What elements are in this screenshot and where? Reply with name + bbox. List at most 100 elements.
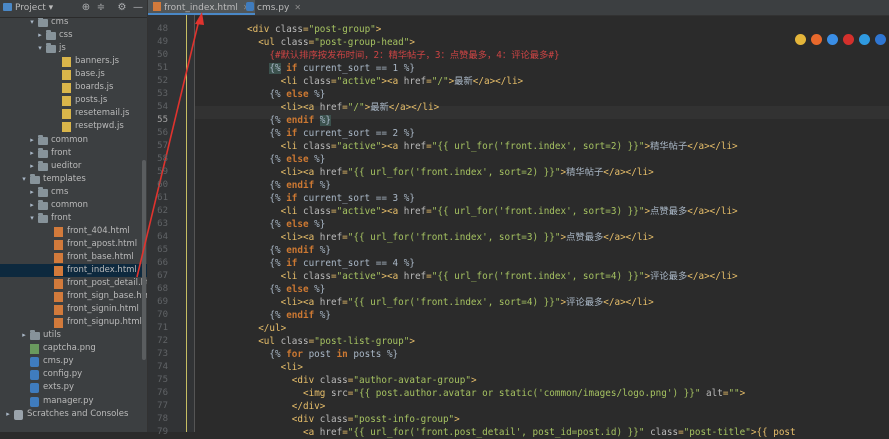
- code-line[interactable]: <li class="active"><a href="{{ url_for('…: [281, 270, 738, 283]
- locate-icon[interactable]: ⊕: [80, 2, 92, 14]
- line-number: 73: [157, 349, 168, 359]
- code-line[interactable]: </div>: [292, 400, 326, 413]
- code-line[interactable]: {% else %}: [269, 88, 325, 101]
- code-line[interactable]: <li class="active"><a href="{{ url_for('…: [281, 205, 738, 218]
- code-line[interactable]: {#默认排序按发布时间，2：精华帖子，3：点赞最多，4：评论最多#}: [269, 49, 559, 62]
- code-line[interactable]: {% if current_sort == 1 %}: [269, 62, 415, 75]
- collapse-arrow-icon[interactable]: ▸: [28, 147, 36, 160]
- ie-icon[interactable]: [859, 34, 870, 45]
- code-token: post: [302, 349, 337, 360]
- code-line[interactable]: <li><a href="/">最新</a></li>: [281, 101, 440, 114]
- hide-panel-icon[interactable]: —: [132, 2, 144, 14]
- code-line[interactable]: {% endif %}: [269, 114, 331, 127]
- folder-icon: [38, 134, 48, 145]
- code-line[interactable]: <li class="active"><a href="/">最新</a></l…: [281, 75, 524, 88]
- code-line[interactable]: {% for post in posts %}: [269, 348, 398, 361]
- tree-folder-cms[interactable]: ▸ cms: [0, 186, 147, 199]
- tree-file[interactable]: front_apost.html: [0, 238, 147, 251]
- code-line[interactable]: {% else %}: [269, 218, 325, 231]
- code-token: class: [319, 375, 348, 386]
- code-line[interactable]: <div class="author-avatar-group">: [292, 374, 477, 387]
- code-line[interactable]: {% endif %}: [269, 309, 331, 322]
- expand-arrow-icon[interactable]: ▾: [28, 212, 36, 225]
- tree-file[interactable]: front_post_detail.html: [0, 277, 147, 290]
- gear-icon[interactable]: ⚙: [116, 2, 128, 14]
- close-icon[interactable]: ✕: [294, 0, 301, 15]
- code-line[interactable]: {% else %}: [269, 283, 325, 296]
- tree-folder-js[interactable]: ▾ js: [0, 42, 147, 55]
- expand-arrow-icon[interactable]: ▾: [36, 42, 44, 55]
- code-line[interactable]: <ul class="post-group-head">: [258, 36, 415, 49]
- collapse-arrow-icon[interactable]: ▸: [28, 186, 36, 199]
- code-token: in: [336, 349, 348, 360]
- code-line[interactable]: {% endif %}: [269, 179, 331, 192]
- tree-file[interactable]: base.js: [0, 68, 147, 81]
- code-token: posts %}: [347, 349, 399, 360]
- code-line[interactable]: <div class="post-group">: [247, 23, 381, 36]
- code-line[interactable]: <li>: [281, 361, 303, 374]
- tree-file[interactable]: captcha.png: [0, 342, 147, 355]
- tree-file[interactable]: banners.js: [0, 55, 147, 68]
- tree-file[interactable]: exts.py: [0, 381, 147, 394]
- tree-folder-common[interactable]: ▸ common: [0, 199, 147, 212]
- tab-front-index-html[interactable]: front_index.html✕: [148, 0, 255, 15]
- code-line[interactable]: <li><a href="{{ url_for('front.index', s…: [281, 166, 654, 179]
- tree-file[interactable]: resetpwd.js: [0, 120, 147, 133]
- code-line[interactable]: <img src="{{ post.author.avatar or stati…: [303, 387, 745, 400]
- chrome-icon[interactable]: [795, 34, 806, 45]
- tree-folder-ueditor[interactable]: ▸ ueditor: [0, 160, 147, 173]
- collapse-arrow-icon[interactable]: ▸: [28, 134, 36, 147]
- code-line[interactable]: <li class="active"><a href="{{ url_for('…: [281, 140, 738, 153]
- tree-folder-utils[interactable]: ▸ utils: [0, 329, 147, 342]
- code-token: {%: [269, 89, 287, 100]
- tree-folder-front[interactable]: ▸ front: [0, 147, 147, 160]
- code-line[interactable]: {% endif %}: [269, 244, 331, 257]
- tree-file[interactable]: front_base.html: [0, 251, 147, 264]
- code-line[interactable]: <li><a href="{{ url_for('front.index', s…: [281, 296, 654, 309]
- collapse-arrow-icon[interactable]: ▸: [28, 199, 36, 212]
- code-line[interactable]: {% else %}: [269, 153, 325, 166]
- tree-file[interactable]: front_404.html: [0, 225, 147, 238]
- tab-cms-py[interactable]: cms.py ✕: [241, 0, 306, 15]
- line-number: 67: [157, 271, 168, 281]
- collapse-arrow-icon[interactable]: ▸: [36, 29, 44, 42]
- tree-file[interactable]: front_sign_base.html: [0, 290, 147, 303]
- collapse-arrow-icon[interactable]: ▸: [20, 329, 28, 342]
- tree-folder-front[interactable]: ▾ front: [0, 212, 147, 225]
- opera-icon[interactable]: [843, 34, 854, 45]
- project-scrollbar[interactable]: [142, 160, 146, 360]
- line-number: 72: [157, 336, 168, 346]
- tree-file[interactable]: config.py: [0, 368, 147, 381]
- tree-file[interactable]: cms.py: [0, 355, 147, 368]
- code-line[interactable]: <li><a href="{{ url_for('front.index', s…: [281, 231, 654, 244]
- edge-icon[interactable]: [875, 34, 886, 45]
- collapse-all-icon[interactable]: ≑: [95, 2, 107, 14]
- python-file-icon: [246, 2, 254, 11]
- tree-file[interactable]: front_index.html: [0, 264, 147, 277]
- tree-file[interactable]: resetemail.js: [0, 107, 147, 120]
- collapse-arrow-icon[interactable]: ▸: [28, 160, 36, 173]
- collapse-arrow-icon[interactable]: ▸: [4, 408, 12, 421]
- firefox-icon[interactable]: [811, 34, 822, 45]
- tree-file[interactable]: boards.js: [0, 81, 147, 94]
- code-line[interactable]: {% if current_sort == 4 %}: [269, 257, 415, 270]
- code-line[interactable]: </ul>: [258, 322, 286, 335]
- code-line[interactable]: <a href="{{ url_for('front.post_detail',…: [303, 426, 796, 439]
- code-line[interactable]: <div class="posst-info-group">: [292, 413, 460, 426]
- tree-file[interactable]: posts.js: [0, 94, 147, 107]
- code-token: 最新: [454, 76, 473, 87]
- tree-file[interactable]: manager.py: [0, 395, 147, 408]
- expand-arrow-icon[interactable]: ▾: [20, 173, 28, 186]
- code-token: ><a: [381, 141, 404, 152]
- code-line[interactable]: {% if current_sort == 2 %}: [269, 127, 415, 140]
- tree-folder-css[interactable]: ▸ css: [0, 29, 147, 42]
- code-line[interactable]: <ul class="post-list-group">: [258, 335, 415, 348]
- tree-file[interactable]: front_signup.html: [0, 316, 147, 329]
- tree-folder-templates[interactable]: ▾ templates: [0, 173, 147, 186]
- project-view-selector[interactable]: Project ▾: [3, 3, 53, 13]
- safari-icon[interactable]: [827, 34, 838, 45]
- tree-folder-common[interactable]: ▸ common: [0, 134, 147, 147]
- tree-file[interactable]: ▸ Scratches and Consoles: [0, 408, 147, 421]
- code-line[interactable]: {% if current_sort == 3 %}: [269, 192, 415, 205]
- tree-file[interactable]: front_signin.html: [0, 303, 147, 316]
